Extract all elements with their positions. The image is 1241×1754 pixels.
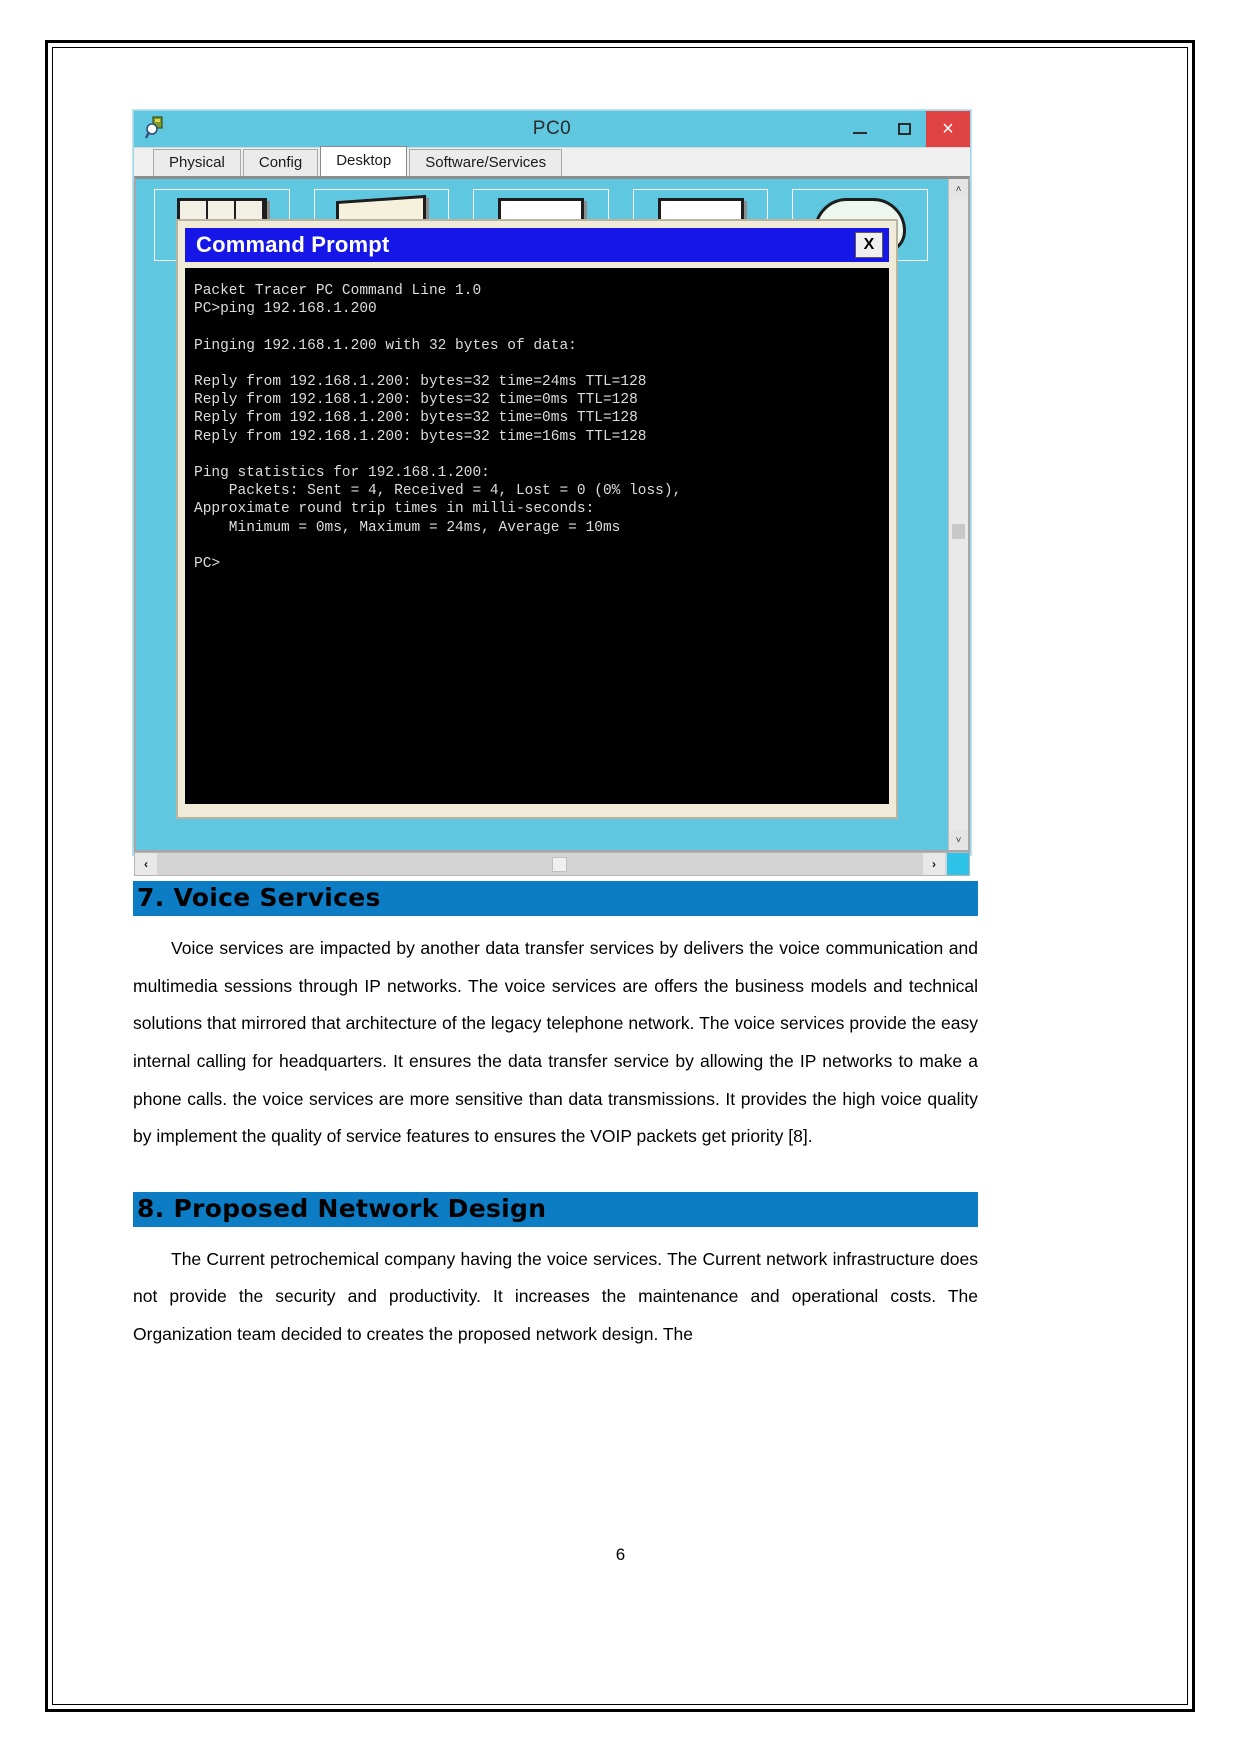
scroll-left-arrow[interactable]: ‹: [135, 853, 157, 875]
minimize-button[interactable]: [838, 111, 882, 147]
section-body-proposed-network-design: The Current petrochemical company having…: [133, 1248, 978, 1344]
vertical-scroll-thumb[interactable]: [952, 524, 965, 539]
section-body-voice-services: Voice services are impacted by another d…: [133, 938, 978, 1147]
document-page: PC0 × Physical Config Desktop Software/S…: [0, 0, 1241, 1754]
scroll-up-arrow[interactable]: ˄: [949, 179, 968, 199]
page-number: 6: [615, 1545, 626, 1564]
terminal-output[interactable]: Packet Tracer PC Command Line 1.0 PC>pin…: [185, 268, 889, 804]
tab-physical[interactable]: Physical: [153, 149, 241, 176]
section-heading-proposed-network-design: 8. Proposed Network Design: [133, 1191, 978, 1227]
packet-tracer-icon: [144, 115, 170, 141]
scroll-down-arrow[interactable]: ˅: [949, 830, 968, 850]
maximize-button[interactable]: [882, 111, 926, 147]
horizontal-scroll-thumb[interactable]: [552, 856, 567, 872]
window-titlebar: PC0 ×: [134, 111, 970, 147]
close-button[interactable]: ×: [926, 111, 970, 147]
packet-tracer-device-window: PC0 × Physical Config Desktop Software/S…: [133, 110, 971, 876]
resize-corner[interactable]: [947, 853, 969, 875]
horizontal-scrollbar[interactable]: ‹ ›: [134, 852, 970, 876]
scroll-right-arrow[interactable]: ›: [923, 853, 945, 875]
page-content: PC0 × Physical Config Desktop Software/S…: [133, 110, 978, 1354]
command-prompt-titlebar: Command Prompt X: [185, 228, 889, 262]
desktop-panel: Command Prompt X Packet Tracer PC Comman…: [134, 176, 970, 852]
tab-desktop[interactable]: Desktop: [320, 146, 408, 176]
command-prompt-window: Command Prompt X Packet Tracer PC Comman…: [176, 219, 898, 819]
command-prompt-title: Command Prompt: [196, 232, 390, 257]
tab-config[interactable]: Config: [242, 149, 319, 176]
section-heading-voice-services: 7. Voice Services: [133, 881, 978, 916]
device-tab-bar: Physical Config Desktop Software/Service…: [134, 146, 970, 176]
command-prompt-close-icon[interactable]: X: [855, 232, 883, 258]
vertical-scrollbar[interactable]: ˄ ˅: [948, 179, 968, 850]
tab-software-services[interactable]: Software/Services: [409, 149, 563, 176]
window-controls: ×: [838, 111, 970, 147]
